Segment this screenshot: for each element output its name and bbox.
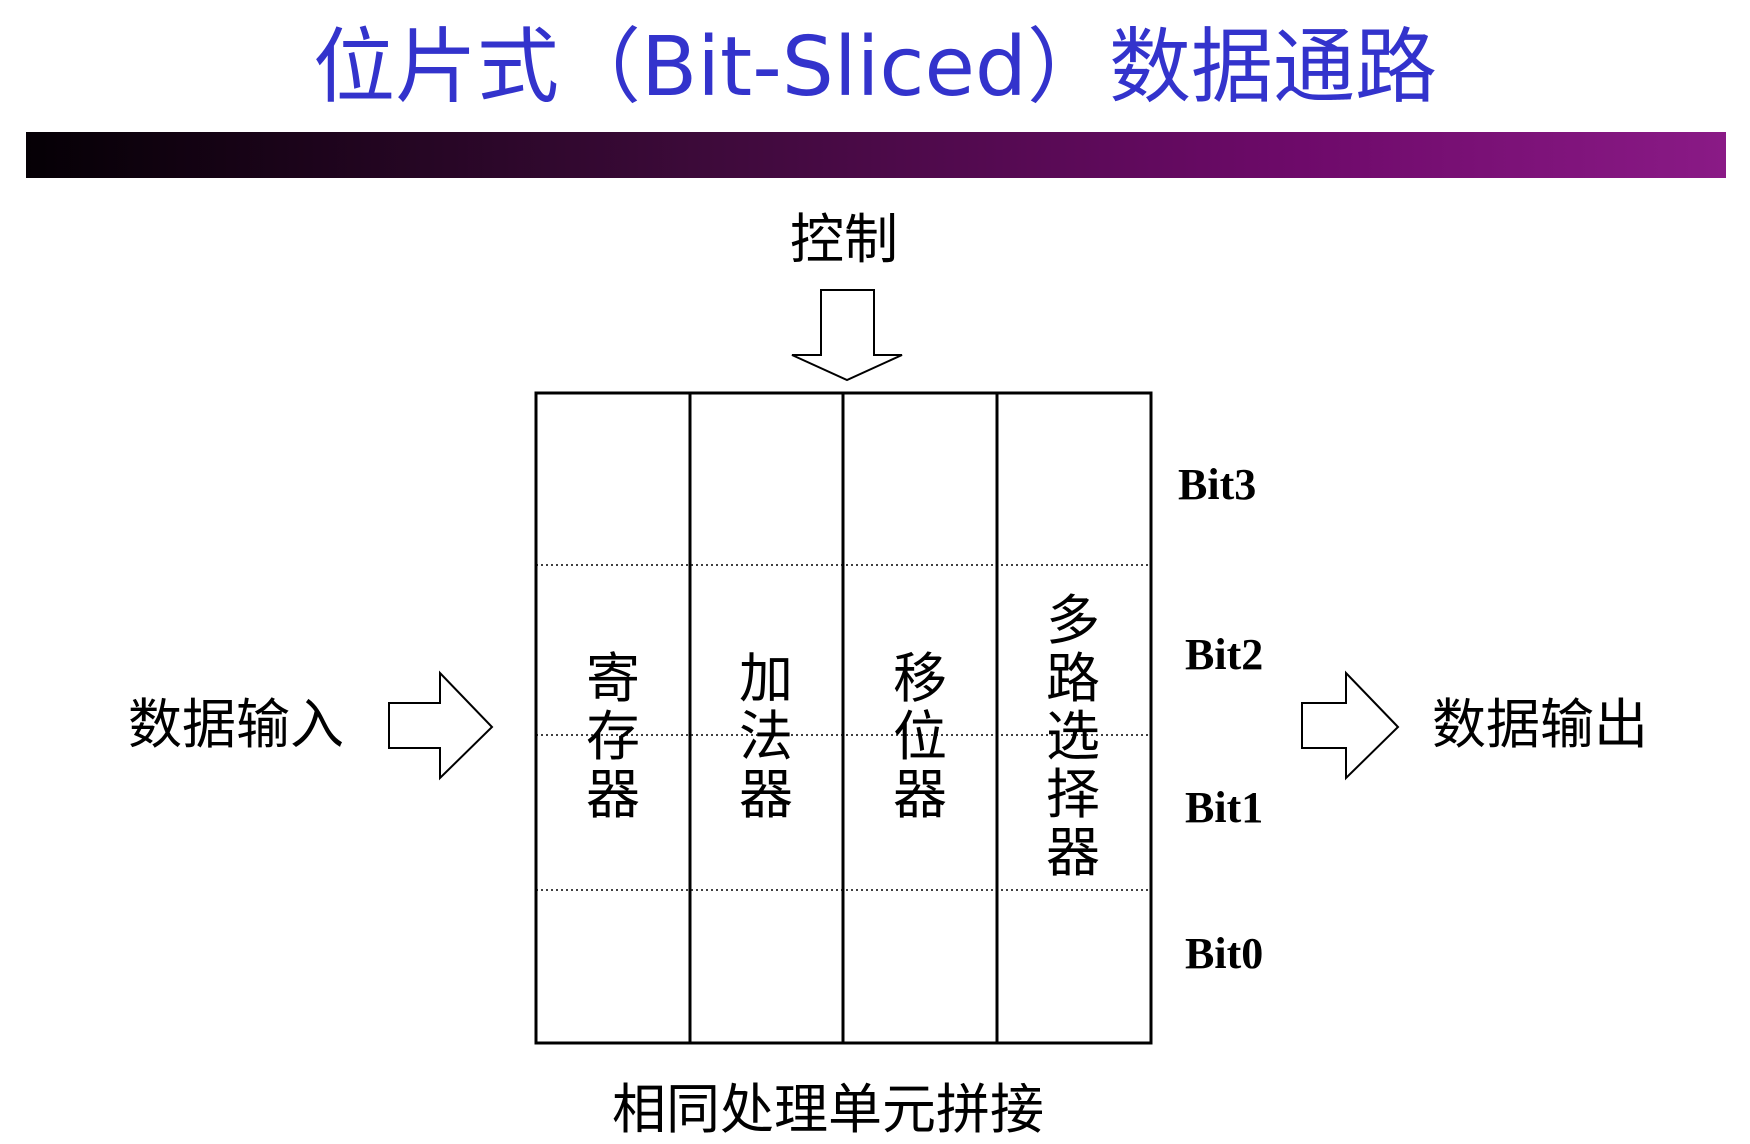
register-column-label: 寄存器 <box>586 647 640 826</box>
bit2-label: Bit2 <box>1185 630 1264 679</box>
data-input-label: 数据输入 <box>128 693 344 756</box>
control-label: 控制 <box>790 208 898 271</box>
bit0-label: Bit0 <box>1185 929 1264 978</box>
output-arrow-icon <box>1301 670 1400 781</box>
multiplexer-column-label: 多路选择器 <box>1046 589 1100 884</box>
datapath-diagram <box>388 289 1400 1045</box>
input-arrow-icon <box>388 670 494 781</box>
diagram-caption: 相同处理单元拼接 <box>612 1078 1044 1141</box>
control-arrow-icon <box>791 289 903 382</box>
bit3-label: Bit3 <box>1178 460 1257 509</box>
adder-column-label: 加法器 <box>739 647 793 826</box>
data-output-label: 数据输出 <box>1432 693 1648 756</box>
bit1-label: Bit1 <box>1185 783 1264 832</box>
shifter-column-label: 移位器 <box>893 647 947 826</box>
